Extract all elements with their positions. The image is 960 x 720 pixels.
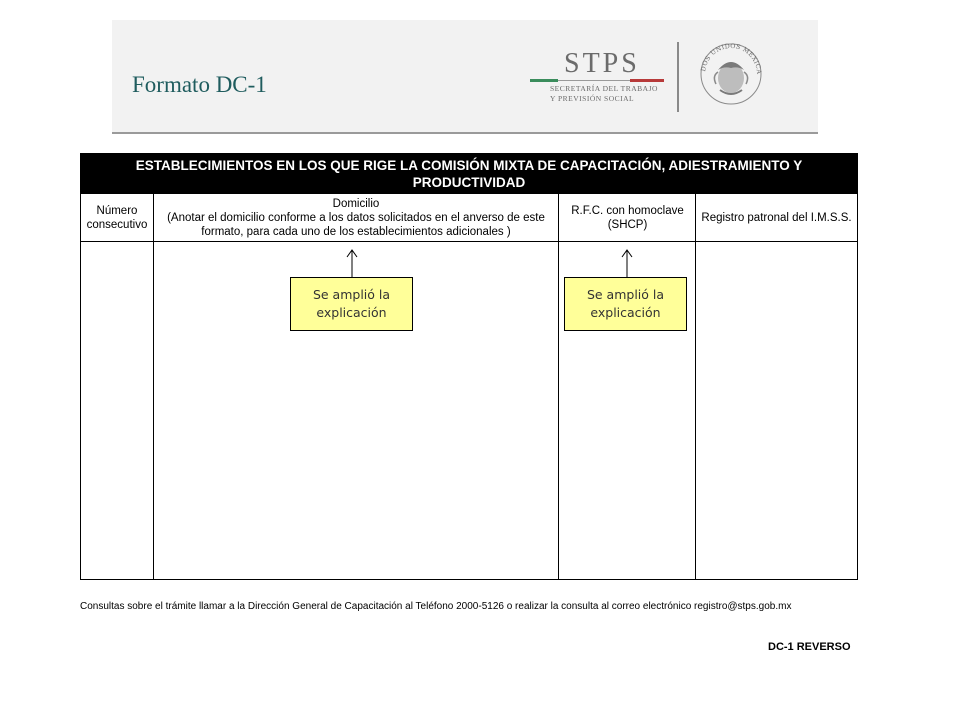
mexico-seal-icon: ESTADOS UNIDOS MEXICANOS xyxy=(696,36,762,105)
column-header-domicilio: Domicilio (Anotar el domicilio conforme … xyxy=(153,194,559,242)
callout-line1: Se amplió la xyxy=(312,287,391,302)
column-registro-line1: Registro patronal del I.M.S.S. xyxy=(701,211,852,224)
column-divider xyxy=(558,194,559,579)
callout-note: Se amplió la explicación xyxy=(290,277,413,331)
stps-subtitle-line2: Y PREVISIÓN SOCIAL xyxy=(550,94,635,103)
slide-header: Formato DC-1 STPS SECRETARÍA DEL TRABAJO… xyxy=(112,20,818,134)
form-heading: ESTABLECIMIENTOS EN LOS QUE RIGE LA COMI… xyxy=(81,154,857,194)
column-header-numero: Número consecutivo xyxy=(81,194,153,242)
establishments-form: ESTABLECIMIENTOS EN LOS QUE RIGE LA COMI… xyxy=(80,153,858,580)
stps-subtitle-line1: SECRETARÍA DEL TRABAJO xyxy=(550,84,658,93)
stps-logo-subtitle: SECRETARÍA DEL TRABAJO Y PREVISIÓN SOCIA… xyxy=(550,84,658,104)
stps-logo-word: STPS xyxy=(564,48,640,79)
arrow-up-icon xyxy=(346,249,358,277)
column-header-rfc: R.F.C. con homoclave (SHCP) xyxy=(559,194,696,242)
column-rfc-line1: R.F.C. con homoclave xyxy=(571,204,684,217)
column-numero-line1: Número xyxy=(96,204,138,217)
column-header-registro: Registro patronal del I.M.S.S. xyxy=(696,194,857,242)
callout-line1: Se amplió la xyxy=(586,287,665,302)
column-domicilio-line2: (Anotar el domicilio conforme a los dato… xyxy=(167,211,545,224)
column-rfc-line2: (SHCP) xyxy=(607,218,648,231)
callout-note: Se amplió la explicación xyxy=(564,277,687,331)
form-heading-line1: ESTABLECIMIENTOS EN LOS QUE RIGE LA COMI… xyxy=(135,158,803,173)
callout-line2: explicación xyxy=(590,305,661,320)
column-domicilio-line3: formato, para cada uno de los establecim… xyxy=(201,225,511,238)
column-divider xyxy=(695,194,696,579)
footnote: Consultas sobre el trámite llamar a la D… xyxy=(80,601,792,612)
column-divider xyxy=(153,194,154,579)
column-domicilio-line1: Domicilio xyxy=(332,197,380,210)
stps-logo-gray-bar xyxy=(558,80,630,81)
stps-logo: STPS SECRETARÍA DEL TRABAJO Y PREVISIÓN … xyxy=(530,48,670,118)
arrow-up-icon xyxy=(621,249,633,277)
stps-logo-red-bar xyxy=(630,79,664,82)
callout-line2: explicación xyxy=(316,305,387,320)
column-numero-line2: consecutivo xyxy=(86,218,148,231)
logo-divider xyxy=(677,42,679,112)
slide-title: Formato DC-1 xyxy=(132,72,267,97)
form-label: DC-1 REVERSO xyxy=(768,641,851,653)
form-heading-line2: PRODUCTIVIDAD xyxy=(412,175,526,190)
stps-logo-green-bar xyxy=(530,79,558,82)
